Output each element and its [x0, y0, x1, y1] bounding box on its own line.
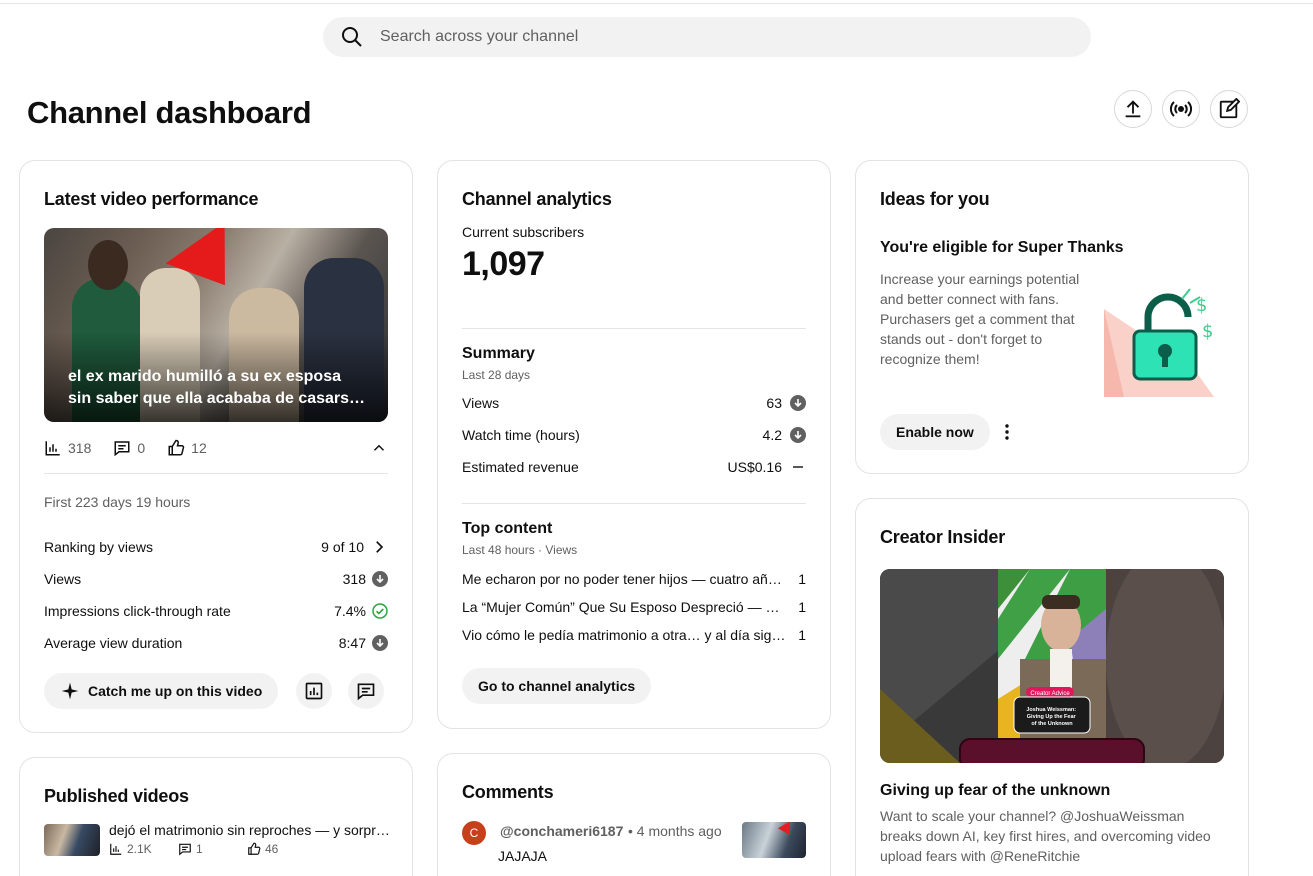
- video-thumbnail[interactable]: el ex marido humilló a su ex esposa sin …: [44, 228, 388, 422]
- page-title: Channel dashboard: [27, 95, 312, 130]
- dash-icon: [793, 466, 803, 468]
- card-heading: Channel analytics: [462, 189, 612, 209]
- metric-row: Impressions click-through rate 7.4%: [44, 595, 388, 627]
- thumbnail-badge: Creator Advice: [1030, 691, 1070, 697]
- comment-time: • 4 months ago: [628, 823, 722, 839]
- comment-text: JAJAJA: [498, 848, 548, 864]
- comment-author[interactable]: @conchameri6187: [500, 823, 623, 839]
- top-content-period: Last 48 hours · Views: [462, 543, 578, 557]
- summary-period: Last 28 days: [462, 368, 531, 382]
- metric-row[interactable]: Ranking by views 9 of 10: [44, 531, 388, 563]
- ideas-card: Ideas for you You're eligible for Super …: [855, 160, 1249, 474]
- enable-now-button[interactable]: Enable now: [880, 414, 990, 450]
- edit-icon: [1219, 98, 1240, 119]
- sparkle-icon: [61, 682, 79, 700]
- comments-button[interactable]: [348, 673, 385, 709]
- search-bar[interactable]: Search across your channel: [323, 17, 1091, 57]
- summary-row: Estimated revenue US$0.16: [462, 451, 806, 483]
- insider-body: Want to scale your channel? @JoshuaWeiss…: [880, 808, 1211, 864]
- header-actions: [1114, 90, 1248, 128]
- latest-video-card: Latest video performance el ex marido hu…: [19, 160, 413, 733]
- insider-video-thumbnail[interactable]: Creator Advice Joshua Weissman: Giving U…: [880, 569, 1224, 763]
- super-thanks-lock-illustration: $ $: [1104, 288, 1214, 397]
- analytics-icon: [305, 682, 323, 700]
- top-content-row[interactable]: La “Mujer Común” Que Su Esposo Despreció…: [462, 593, 806, 621]
- more-options-icon[interactable]: [996, 421, 1018, 443]
- idea-body: Increase your earnings potential and bet…: [880, 271, 1080, 367]
- arrow-down-icon: [790, 395, 806, 411]
- analytics-button[interactable]: [296, 673, 333, 709]
- video-thumbnail[interactable]: [44, 824, 100, 856]
- card-heading: Comments: [462, 782, 554, 802]
- avatar[interactable]: C: [462, 821, 486, 845]
- metric-row: Average view duration 8:47: [44, 627, 388, 659]
- video-stats: 318 0 12: [44, 438, 388, 458]
- insider-thumbnail-art: Creator Advice Joshua Weissman: Giving U…: [880, 569, 1224, 763]
- insider-title[interactable]: Giving up fear of the unknown: [880, 782, 1110, 800]
- arrow-down-icon: [372, 635, 388, 651]
- channel-analytics-card: Channel analytics Current subscribers 1,…: [437, 160, 831, 729]
- svg-text:$: $: [1202, 321, 1213, 342]
- published-videos-card: Published videos dejó el matrimonio sin …: [19, 757, 413, 876]
- upload-button[interactable]: [1114, 90, 1152, 128]
- summary-row: Views 63: [462, 387, 806, 419]
- likes-count: 12: [191, 440, 207, 456]
- top-content-list: Me echaron por no poder tener hijos — cu…: [462, 565, 806, 649]
- bar-chart-icon: [110, 843, 122, 855]
- summary-rows: Views 63 Watch time (hours) 4.2 Estimate…: [462, 387, 806, 483]
- summary-row: Watch time (hours) 4.2: [462, 419, 806, 451]
- card-heading: Published videos: [44, 786, 189, 806]
- video-stats: 2.1K 1 46: [109, 842, 316, 856]
- thumbnail-caption: Joshua Weissman: Giving Up the Fear of t…: [1026, 707, 1077, 727]
- subscribers-count: 1,097: [462, 245, 545, 283]
- catch-me-up-button[interactable]: Catch me up on this video: [44, 673, 279, 709]
- creator-insider-card: Creator Insider Creator Advice Joshua We…: [855, 498, 1249, 876]
- top-content-row[interactable]: Me echaron por no poder tener hijos — cu…: [462, 565, 806, 593]
- live-broadcast-icon: [1169, 101, 1193, 117]
- summary-title: Summary: [462, 345, 535, 362]
- go-to-analytics-button[interactable]: Go to channel analytics: [462, 668, 652, 704]
- idea-title: You're eligible for Super Thanks: [880, 239, 1124, 256]
- card-heading: Ideas for you: [880, 189, 990, 209]
- arrow-down-icon: [372, 571, 388, 587]
- arrow-down-icon: [790, 427, 806, 443]
- top-content-row[interactable]: Vio cómo le pedía matrimonio a otra… y a…: [462, 621, 806, 649]
- top-divider: [0, 3, 1313, 4]
- chevron-up-icon[interactable]: [370, 439, 388, 457]
- subscribers-label: Current subscribers: [462, 224, 585, 240]
- search-icon: [342, 27, 362, 47]
- comment-icon: [357, 683, 375, 701]
- search-input[interactable]: Search across your channel: [380, 28, 578, 46]
- thumbs-up-icon: [168, 439, 185, 456]
- comment-video-thumbnail[interactable]: [742, 822, 806, 858]
- check-circle-icon: [372, 603, 388, 619]
- video-title: el ex marido humilló a su ex esposa sin …: [68, 368, 358, 407]
- bar-chart-icon: [45, 441, 60, 456]
- card-heading: Creator Insider: [880, 527, 1006, 547]
- video-title[interactable]: dejó el matrimonio sin reproches — y sor…: [109, 822, 391, 838]
- period-label: First 223 days 19 hours: [44, 494, 191, 510]
- card-heading: Latest video performance: [44, 189, 259, 209]
- chevron-right-icon: [376, 541, 384, 553]
- comment-icon: [179, 843, 191, 856]
- go-live-button[interactable]: [1162, 90, 1200, 128]
- metric-row: Views 318: [44, 563, 388, 595]
- comments-count: 0: [137, 440, 146, 456]
- create-post-button[interactable]: [1210, 90, 1248, 128]
- views-count: 318: [68, 440, 92, 456]
- upload-icon: [1125, 100, 1141, 118]
- latest-metrics: Ranking by views 9 of 10 Views 318 Impre…: [44, 531, 388, 659]
- comments-card: Comments C @conchameri6187 • 4 months ag…: [437, 753, 831, 876]
- top-content-title: Top content: [462, 520, 553, 537]
- comment-icon: [114, 441, 130, 457]
- thumbs-up-icon: [248, 842, 261, 855]
- latest-actions: Catch me up on this video: [44, 673, 385, 709]
